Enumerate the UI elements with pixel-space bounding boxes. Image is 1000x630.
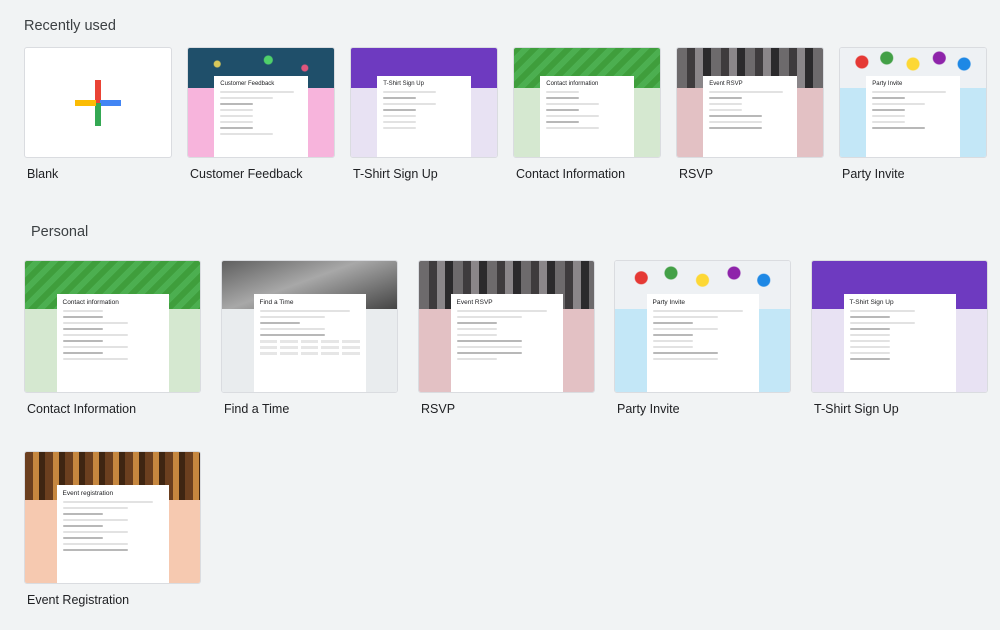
template-label: Party Invite	[617, 402, 680, 416]
form-preview-card: Party Invite	[866, 76, 960, 157]
template-label: Party Invite	[842, 167, 905, 181]
form-preview-card: Party Invite	[646, 294, 759, 392]
template-thumbnail: Event RSVP	[676, 47, 824, 158]
form-preview-card: Contact information	[540, 76, 634, 157]
form-preview-card: Find a Time	[253, 294, 366, 392]
recently-used-heading: Recently used	[24, 18, 116, 34]
template-thumbnail	[24, 47, 172, 158]
template-thumbnail: Find a Time	[221, 260, 398, 393]
template-thumbnail: Contact information	[24, 260, 201, 393]
form-preview-title: Event RSVP	[709, 81, 743, 87]
form-preview-card: Customer Feedback	[214, 76, 308, 157]
template-label: Contact Information	[27, 402, 137, 416]
form-preview-card: Event registration	[56, 485, 169, 583]
template-label: RSVP	[421, 402, 456, 416]
form-preview-title: Contact information	[546, 81, 599, 87]
template-thumbnail: T-Shirt Sign Up	[811, 260, 988, 393]
template-label: RSVP	[679, 167, 714, 181]
personal-heading: Personal	[31, 224, 89, 240]
form-preview-title: Find a Time	[259, 299, 294, 306]
plus-icon	[75, 79, 121, 126]
template-label: Customer Feedback	[190, 167, 303, 181]
template-thumbnail: Contact information	[513, 47, 661, 158]
form-preview-card: Event RSVP	[450, 294, 563, 392]
template-label: Contact Information	[516, 167, 626, 181]
template-label: Find a Time	[224, 402, 290, 416]
form-preview-card: Contact information	[56, 294, 169, 392]
template-thumbnail: Party Invite	[614, 260, 791, 393]
form-preview-card: T-Shirt Sign Up	[843, 294, 956, 392]
form-preview-title: Party Invite	[872, 81, 903, 87]
form-preview-card: Event RSVP	[703, 76, 797, 157]
template-label: Event Registration	[27, 593, 130, 607]
form-preview-title: Contact information	[62, 299, 119, 306]
template-label: Blank	[27, 167, 59, 181]
form-preview-card: T-Shirt Sign Up	[377, 76, 471, 157]
template-thumbnail: Party Invite	[839, 47, 987, 158]
form-preview-title: T-Shirt Sign Up	[383, 81, 424, 87]
form-preview-title: Event registration	[62, 490, 114, 497]
template-thumbnail: T-Shirt Sign Up	[350, 47, 498, 158]
form-preview-title: Party Invite	[652, 299, 686, 306]
template-label: T-Shirt Sign Up	[814, 402, 899, 416]
form-preview-title: Customer Feedback	[220, 81, 275, 87]
template-thumbnail: Event RSVP	[418, 260, 595, 393]
form-preview-title: T-Shirt Sign Up	[849, 299, 894, 306]
template-thumbnail: Customer Feedback	[187, 47, 335, 158]
template-thumbnail: Event registration	[24, 451, 201, 584]
form-preview-title: Event RSVP	[456, 299, 493, 306]
template-label: T-Shirt Sign Up	[353, 167, 438, 181]
